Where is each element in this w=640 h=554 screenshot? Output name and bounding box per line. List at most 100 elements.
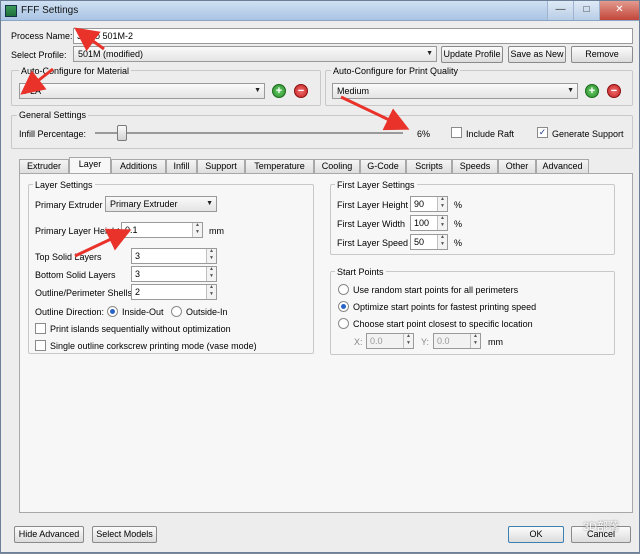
tab-extruder[interactable]: Extruder: [19, 159, 69, 173]
outline-shells-value: 2: [135, 287, 141, 297]
first-layer-width-spinner[interactable]: ▲ ▼: [437, 216, 447, 230]
close-button[interactable]: ✕: [599, 1, 639, 20]
inside-out-label: Inside-Out: [122, 307, 164, 317]
first-layer-speed-value: 50: [414, 237, 425, 247]
select-profile-value: 501M (modified): [78, 49, 144, 59]
include-raft-checkbox[interactable]: [451, 127, 462, 138]
closest-start-point-radio[interactable]: [338, 318, 349, 329]
bottom-solid-layers-label: Bottom Solid Layers: [35, 270, 116, 280]
quality-group-title: Auto-Configure for Print Quality: [331, 66, 461, 76]
material-group-title: Auto-Configure for Material: [19, 66, 132, 76]
tab-additions[interactable]: Additions: [111, 159, 166, 173]
random-start-points-radio[interactable]: [338, 284, 349, 295]
tab-other[interactable]: Other: [498, 159, 536, 173]
process-name-input[interactable]: 3dpro 501M-2: [73, 28, 633, 44]
tab-scripts[interactable]: Scripts: [406, 159, 452, 173]
generate-support-checkbox[interactable]: ✓: [537, 127, 548, 138]
include-raft-label: Include Raft: [466, 129, 515, 139]
bottom-solid-layers-spinner[interactable]: ▲ ▼: [206, 267, 216, 281]
tab-advanced[interactable]: Advanced: [536, 159, 589, 173]
tab-temperature[interactable]: Temperature: [245, 159, 314, 173]
select-models-button[interactable]: Select Models: [92, 526, 157, 543]
add-quality-button[interactable]: +: [585, 84, 599, 98]
remove-profile-button[interactable]: Remove: [571, 46, 633, 63]
tab-g-code[interactable]: G-Code: [360, 159, 406, 173]
process-name-label: Process Name:: [11, 31, 73, 41]
single-outline-label: Single outline corkscrew printing mode (…: [50, 341, 257, 351]
start-y-label: Y:: [421, 337, 430, 347]
optimize-start-points-label: Optimize start points for fastest printi…: [353, 302, 537, 312]
tab-layer[interactable]: Layer: [69, 157, 111, 173]
start-y-spinner[interactable]: ▲ ▼: [470, 334, 480, 348]
outline-shells-label: Outline/Perimeter Shells: [35, 288, 133, 298]
add-material-button[interactable]: +: [272, 84, 286, 98]
first-layer-speed-input[interactable]: 50 ▲ ▼: [410, 234, 448, 250]
first-layer-height-spinner[interactable]: ▲ ▼: [437, 197, 447, 211]
maximize-button[interactable]: □: [573, 1, 599, 20]
window-title: FFF Settings: [21, 5, 79, 16]
chevron-down-icon: ▼: [206, 200, 213, 207]
primary-extruder-label: Primary Extruder: [35, 200, 103, 210]
infill-percentage-value: 6%: [417, 129, 431, 139]
layer-height-input[interactable]: 0.1 ▲ ▼: [121, 222, 203, 238]
settings-tabs: Extruder Layer Additions Infill Support …: [19, 157, 589, 173]
first-layer-width-input[interactable]: 100 ▲ ▼: [410, 215, 448, 231]
layer-settings-title: Layer Settings: [33, 180, 95, 190]
single-outline-checkbox[interactable]: [35, 340, 46, 351]
first-layer-speed-spinner[interactable]: ▲ ▼: [437, 235, 447, 249]
inside-out-radio[interactable]: [107, 306, 118, 317]
infill-percentage-label: Infill Percentage:: [19, 129, 87, 139]
fff-settings-window: FFF Settings — □ ✕ Process Name: 3dpro 5…: [0, 0, 640, 553]
remove-quality-button[interactable]: −: [607, 84, 621, 98]
optimize-start-points-radio[interactable]: [338, 301, 349, 312]
hide-advanced-button[interactable]: Hide Advanced: [14, 526, 84, 543]
outline-shells-input[interactable]: 2 ▲ ▼: [131, 284, 217, 300]
title-bar[interactable]: FFF Settings — □ ✕: [1, 1, 639, 21]
first-layer-width-unit: %: [454, 219, 463, 229]
start-x-label: X:: [354, 337, 363, 347]
infill-slider-track[interactable]: [95, 132, 403, 134]
tab-cooling[interactable]: Cooling: [314, 159, 360, 173]
bottom-solid-layers-input[interactable]: 3 ▲ ▼: [131, 266, 217, 282]
start-y-value: 0.0: [437, 336, 450, 346]
bottom-solid-layers-value: 3: [135, 269, 141, 279]
top-solid-layers-spinner[interactable]: ▲ ▼: [206, 249, 216, 263]
minimize-button[interactable]: —: [547, 1, 573, 20]
first-layer-height-unit: %: [454, 200, 463, 210]
select-profile-combo[interactable]: 501M (modified) ▼: [73, 46, 437, 62]
layer-height-unit: mm: [209, 226, 224, 236]
top-solid-layers-input[interactable]: 3 ▲ ▼: [131, 248, 217, 264]
layer-height-spinner[interactable]: ▲ ▼: [192, 223, 202, 237]
infill-slider-thumb[interactable]: [117, 125, 127, 141]
start-y-input[interactable]: 0.0 ▲ ▼: [433, 333, 481, 349]
remove-material-button[interactable]: −: [294, 84, 308, 98]
tab-speeds[interactable]: Speeds: [452, 159, 498, 173]
quality-combo[interactable]: Medium ▼: [332, 83, 578, 99]
primary-extruder-combo[interactable]: Primary Extruder ▼: [105, 196, 217, 212]
tab-infill[interactable]: Infill: [166, 159, 197, 173]
start-x-spinner[interactable]: ▲ ▼: [403, 334, 413, 348]
first-layer-height-input[interactable]: 90 ▲ ▼: [410, 196, 448, 212]
outline-shells-spinner[interactable]: ▲ ▼: [206, 285, 216, 299]
first-layer-speed-label: First Layer Speed: [337, 238, 409, 248]
quality-value: Medium: [337, 86, 370, 96]
outside-in-radio[interactable]: [171, 306, 182, 317]
update-profile-button[interactable]: Update Profile: [441, 46, 503, 63]
tab-support[interactable]: Support: [197, 159, 245, 173]
first-layer-width-value: 100: [414, 218, 430, 228]
save-as-new-button[interactable]: Save as New: [508, 46, 566, 63]
generate-support-label: Generate Support: [552, 129, 624, 139]
material-combo[interactable]: PLA ▼: [19, 83, 265, 99]
ok-button[interactable]: OK: [508, 526, 564, 543]
outside-in-label: Outside-In: [186, 307, 228, 317]
outline-direction-label: Outline Direction:: [35, 307, 105, 317]
select-profile-label: Select Profile:: [11, 50, 67, 60]
chevron-down-icon: ▼: [426, 50, 433, 57]
window-controls: — □ ✕: [547, 1, 639, 20]
print-islands-checkbox[interactable]: [35, 323, 46, 334]
first-layer-height-label: First Layer Height: [337, 200, 409, 210]
start-x-value: 0.0: [370, 336, 383, 346]
start-x-input[interactable]: 0.0 ▲ ▼: [366, 333, 414, 349]
material-value: PLA: [24, 86, 42, 96]
top-solid-layers-label: Top Solid Layers: [35, 252, 102, 262]
